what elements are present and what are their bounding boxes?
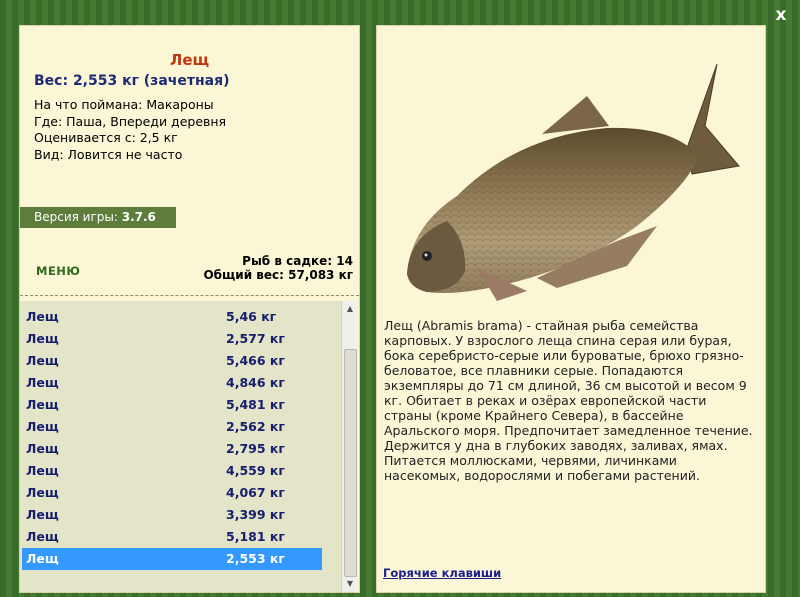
list-item[interactable]: Лещ 2,577 кг bbox=[22, 328, 322, 350]
fish-weight: Вес: 2,553 кг (зачетная) bbox=[34, 73, 230, 89]
arrow-up-icon: ▲ bbox=[346, 304, 354, 313]
list-item-selected[interactable]: Лещ 2,553 кг bbox=[22, 548, 322, 570]
list-item-name: Лещ bbox=[26, 485, 59, 500]
list-item-weight: 4,559 кг bbox=[226, 463, 285, 478]
list-item[interactable]: Лещ 2,795 кг bbox=[22, 438, 322, 460]
list-item[interactable]: Лещ 2,562 кг bbox=[22, 416, 322, 438]
list-item[interactable]: Лещ 5,46 кг bbox=[22, 306, 322, 328]
list-item-weight: 2,577 кг bbox=[226, 331, 285, 346]
list-item-name: Лещ bbox=[26, 375, 59, 390]
version-label: Версия игры: bbox=[34, 210, 118, 224]
list-item-name: Лещ bbox=[26, 309, 59, 324]
catch-stats: Рыб в садке: 14 Общий вес: 57,083 кг bbox=[203, 254, 353, 282]
list-item[interactable]: Лещ 5,466 кг bbox=[22, 350, 322, 372]
info-threshold: Оценивается с: 2,5 кг bbox=[34, 130, 178, 145]
list-item[interactable]: Лещ 3,399 кг bbox=[22, 504, 322, 526]
list-item[interactable]: Лещ 4,067 кг bbox=[22, 482, 322, 504]
scroll-up-button[interactable]: ▲ bbox=[342, 301, 358, 317]
version-value: 3.7.6 bbox=[121, 210, 156, 224]
menu-button[interactable]: МЕНЮ bbox=[36, 264, 80, 278]
fish-info-panel: Лещ Вес: 2,553 кг (зачетная) На что пойм… bbox=[19, 25, 360, 593]
list-item-weight: 2,553 кг bbox=[226, 551, 285, 566]
close-icon: x bbox=[775, 5, 787, 25]
version-badge: Версия игры: 3.7.6 bbox=[20, 207, 176, 228]
list-item[interactable]: Лещ 4,559 кг bbox=[22, 460, 322, 482]
fish-info: На что поймана: Макароны Где: Паша, Впер… bbox=[34, 97, 226, 163]
list-item-weight: 2,562 кг bbox=[226, 419, 285, 434]
list-item[interactable]: Лещ 5,481 кг bbox=[22, 394, 322, 416]
list-item-name: Лещ bbox=[26, 331, 59, 346]
list-item-weight: 4,067 кг bbox=[226, 485, 285, 500]
divider bbox=[20, 295, 359, 296]
total-weight: Общий вес: 57,083 кг bbox=[203, 268, 353, 282]
list-item-weight: 4,846 кг bbox=[226, 375, 285, 390]
fish-name: Лещ bbox=[169, 51, 210, 69]
list-item-name: Лещ bbox=[26, 551, 59, 566]
fish-image bbox=[407, 63, 740, 301]
list-item-name: Лещ bbox=[26, 507, 59, 522]
list-item-weight: 5,466 кг bbox=[226, 353, 285, 368]
list-item-name: Лещ bbox=[26, 419, 59, 434]
hotkeys-link[interactable]: Горячие клавиши bbox=[383, 566, 501, 580]
list-item-name: Лещ bbox=[26, 441, 59, 456]
list-scrollbar[interactable]: ▲ ▼ bbox=[341, 301, 358, 592]
fish-description-panel: Лещ (Abramis brama) - стайная рыба семей… bbox=[376, 25, 766, 593]
arrow-down-icon: ▼ bbox=[346, 579, 354, 588]
close-button[interactable]: x bbox=[772, 6, 790, 24]
list-item-name: Лещ bbox=[26, 353, 59, 368]
fish-count: Рыб в садке: 14 bbox=[242, 254, 353, 268]
info-location: Где: Паша, Впереди деревня bbox=[34, 113, 227, 129]
scroll-thumb[interactable] bbox=[344, 349, 357, 577]
list-item-name: Лещ bbox=[26, 397, 59, 412]
list-item-weight: 5,481 кг bbox=[226, 397, 285, 412]
list-item-weight: 5,46 кг bbox=[226, 309, 277, 324]
list-item-weight: 3,399 кг bbox=[226, 507, 285, 522]
info-bait: На что поймана: Макароны bbox=[34, 97, 214, 112]
list-item-weight: 5,181 кг bbox=[226, 529, 285, 544]
list-item[interactable]: Лещ 4,846 кг bbox=[22, 372, 322, 394]
fish-description: Лещ (Abramis brama) - стайная рыба семей… bbox=[384, 318, 753, 483]
list-item-weight: 2,795 кг bbox=[226, 441, 285, 456]
list-item[interactable]: Лещ 5,181 кг bbox=[22, 526, 322, 548]
info-rarity: Вид: Ловится не часто bbox=[34, 146, 183, 162]
list-item-name: Лещ bbox=[26, 529, 59, 544]
scroll-down-button[interactable]: ▼ bbox=[342, 576, 358, 592]
list-item-name: Лещ bbox=[26, 463, 59, 478]
catch-list: Лещ 5,46 кг Лещ 2,577 кг Лещ 5,466 кг Ле… bbox=[20, 301, 341, 592]
